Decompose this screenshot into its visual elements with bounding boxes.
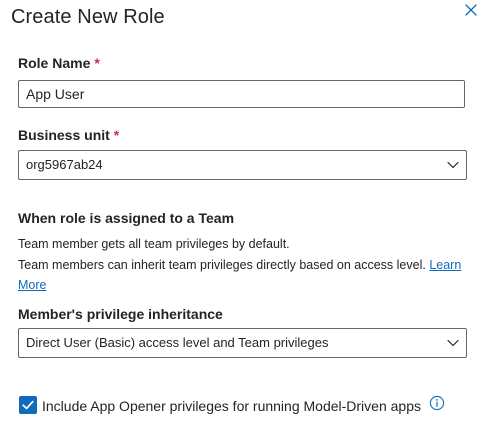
panel-title: Create New Role bbox=[11, 6, 165, 28]
app-opener-label[interactable]: Include App Opener privileges for runnin… bbox=[42, 397, 421, 415]
checkmark-icon bbox=[22, 400, 34, 410]
role-name-input[interactable]: App User bbox=[18, 80, 465, 108]
close-icon[interactable] bbox=[463, 2, 479, 18]
team-section-title: When role is assigned to a Team bbox=[18, 210, 235, 226]
business-unit-label-text: Business unit bbox=[18, 127, 110, 143]
required-mark: * bbox=[94, 55, 100, 71]
required-mark: * bbox=[113, 127, 120, 143]
info-icon[interactable] bbox=[429, 395, 445, 411]
learn-more-link-continued[interactable]: More bbox=[18, 278, 46, 292]
business-unit-label: Business unit * bbox=[18, 126, 119, 144]
chevron-down-icon bbox=[447, 339, 459, 347]
role-name-label-text: Role Name bbox=[18, 55, 91, 71]
learn-more-link[interactable]: Learn bbox=[429, 258, 461, 272]
team-section-line2-text: Team members can inherit team privileges… bbox=[18, 258, 426, 272]
app-opener-checkbox[interactable] bbox=[19, 396, 37, 414]
create-role-panel: Create New Role Role Name * App User Busi… bbox=[0, 0, 480, 428]
role-name-label: Role Name * bbox=[18, 54, 100, 72]
inheritance-select[interactable]: Direct User (Basic) access level and Tea… bbox=[18, 328, 467, 358]
business-unit-value: org5967ab24 bbox=[26, 157, 103, 172]
team-section-line1: Team member gets all team privileges by … bbox=[18, 237, 290, 251]
chevron-down-icon bbox=[447, 161, 459, 169]
inheritance-value: Direct User (Basic) access level and Tea… bbox=[26, 335, 329, 350]
team-section-line2: Team members can inherit team privileges… bbox=[18, 255, 470, 295]
business-unit-select[interactable]: org5967ab24 bbox=[18, 150, 467, 180]
inheritance-label: Member's privilege inheritance bbox=[18, 306, 223, 322]
